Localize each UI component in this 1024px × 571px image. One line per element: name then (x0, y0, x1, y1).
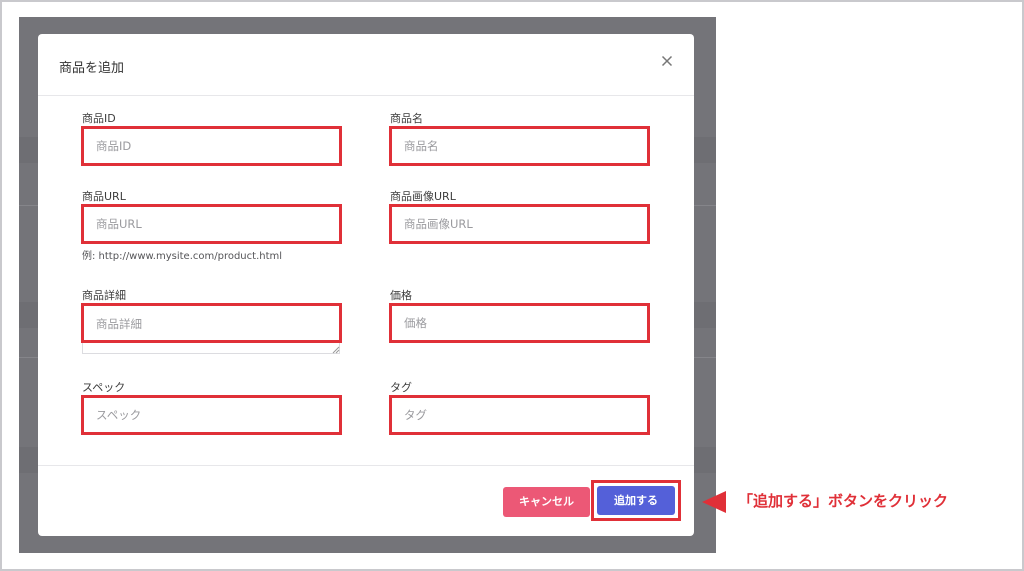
product-image-url-input[interactable] (392, 207, 647, 241)
cancel-button[interactable]: キャンセル (503, 487, 590, 517)
resize-handle-icon[interactable] (331, 345, 340, 354)
product-url-input[interactable] (84, 207, 339, 241)
spec-label: スペック (82, 381, 126, 394)
price-field-highlight (389, 303, 650, 343)
product-id-label: 商品ID (82, 112, 116, 125)
spec-field-highlight (81, 395, 342, 435)
modal-title: 商品を追加 (59, 61, 125, 76)
add-button-highlight: 追加する (591, 480, 681, 521)
close-icon[interactable] (658, 52, 676, 70)
tag-input[interactable] (392, 398, 647, 432)
tag-field-highlight (389, 395, 650, 435)
product-id-input[interactable] (84, 129, 339, 163)
product-detail-field-highlight (81, 303, 342, 343)
pointer-arrow-icon (702, 491, 726, 513)
product-url-helper-text: 例: http://www.mysite.com/product.html (82, 251, 283, 262)
product-detail-label: 商品詳細 (82, 289, 126, 302)
price-input[interactable] (392, 306, 647, 340)
tag-label: タグ (390, 381, 412, 394)
add-product-modal: 商品を追加 (38, 34, 694, 536)
product-image-url-label: 商品画像URL (390, 190, 456, 203)
product-image-url-field-highlight (389, 204, 650, 244)
price-label: 価格 (390, 289, 412, 302)
product-name-input[interactable] (392, 129, 647, 163)
product-id-field-highlight (81, 126, 342, 166)
spec-input[interactable] (84, 398, 339, 432)
modal-header: 商品を追加 (38, 34, 694, 96)
add-button[interactable]: 追加する (597, 486, 675, 515)
product-url-field-highlight (81, 204, 342, 244)
modal-footer-divider (38, 465, 694, 466)
product-url-label: 商品URL (82, 190, 126, 203)
product-detail-textarea[interactable] (84, 306, 339, 340)
product-name-label: 商品名 (390, 112, 423, 125)
instruction-annotation: 「追加する」ボタンをクリック (738, 492, 949, 510)
product-name-field-highlight (389, 126, 650, 166)
